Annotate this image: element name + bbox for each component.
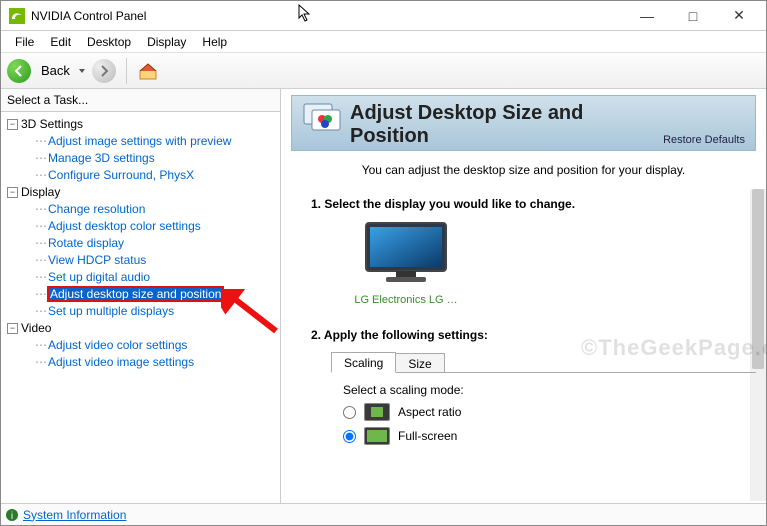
task-sidebar: Select a Task... −3D Settings ⋯Adjust im… <box>1 89 281 505</box>
radio-fullscreen-input[interactable] <box>343 430 356 443</box>
back-label: Back <box>41 63 70 78</box>
aspect-ratio-icon <box>364 403 390 421</box>
tree-item-hdcp[interactable]: ⋯View HDCP status <box>7 252 278 269</box>
menu-desktop[interactable]: Desktop <box>79 33 139 51</box>
scroll-thumb[interactable] <box>752 189 764 369</box>
content-pane: Adjust Desktop Size and Position Restore… <box>281 89 766 505</box>
page-header: Adjust Desktop Size and Position Restore… <box>291 95 756 151</box>
scaling-mode-label: Select a scaling mode: <box>343 383 756 397</box>
tree-item-image-settings[interactable]: ⋯Adjust image settings with preview <box>7 133 278 150</box>
home-icon[interactable] <box>137 60 159 82</box>
collapse-icon[interactable]: − <box>7 187 18 198</box>
system-information-link[interactable]: System Information <box>23 508 126 522</box>
settings-tabs: Scaling Size <box>331 352 756 373</box>
toolbar-separator <box>126 58 127 84</box>
info-icon: i <box>5 508 19 522</box>
arrow-left-icon <box>13 65 25 77</box>
svg-text:i: i <box>11 511 13 522</box>
restore-defaults-link[interactable]: Restore Defaults <box>663 134 745 148</box>
page-title: Adjust Desktop Size and Position <box>350 102 655 148</box>
tree-item-rotate[interactable]: ⋯Rotate display <box>7 235 278 252</box>
radio-full-screen[interactable]: Full-screen <box>343 427 756 445</box>
nvidia-logo-icon <box>9 8 25 24</box>
radio-aspect-label: Aspect ratio <box>398 405 461 419</box>
tree-cat-video[interactable]: −Video ⋯Adjust video color settings ⋯Adj… <box>3 320 278 371</box>
radio-fullscreen-label: Full-screen <box>398 429 457 443</box>
mouse-cursor-icon <box>298 4 312 22</box>
step2-heading: 2. Apply the following settings: <box>311 328 756 342</box>
tree-item-change-resolution[interactable]: ⋯Change resolution <box>7 201 278 218</box>
toolbar: Back <box>1 53 766 89</box>
close-button[interactable]: ✕ <box>716 1 762 31</box>
monitor-icon <box>360 219 452 287</box>
menubar: File Edit Desktop Display Help <box>1 31 766 53</box>
tree-cat-3d[interactable]: −3D Settings ⋯Adjust image settings with… <box>3 116 278 184</box>
tree-item-size-position[interactable]: ⋯Adjust desktop size and position <box>7 286 278 303</box>
tree-item-manage-3d[interactable]: ⋯Manage 3D settings <box>7 150 278 167</box>
menu-display[interactable]: Display <box>139 33 194 51</box>
scrollbar[interactable] <box>750 189 766 501</box>
tab-size[interactable]: Size <box>396 353 444 373</box>
statusbar: i System Information <box>1 503 766 525</box>
tree-item-digital-audio[interactable]: ⋯Set up digital audio <box>7 269 278 286</box>
page-description: You can adjust the desktop size and posi… <box>291 151 756 191</box>
menu-edit[interactable]: Edit <box>42 33 79 51</box>
collapse-icon[interactable]: − <box>7 323 18 334</box>
arrow-right-icon <box>98 65 110 77</box>
maximize-button[interactable]: □ <box>670 1 716 31</box>
menu-help[interactable]: Help <box>194 33 235 51</box>
tree-cat-display[interactable]: −Display ⋯Change resolution ⋯Adjust desk… <box>3 184 278 320</box>
full-screen-icon <box>364 427 390 445</box>
window-title: NVIDIA Control Panel <box>31 9 624 23</box>
titlebar: NVIDIA Control Panel ― □ ✕ <box>1 1 766 31</box>
minimize-button[interactable]: ― <box>624 1 670 31</box>
radio-aspect-input[interactable] <box>343 406 356 419</box>
tree-item-video-color[interactable]: ⋯Adjust video color settings <box>7 337 278 354</box>
forward-button[interactable] <box>92 59 116 83</box>
step1-heading: 1. Select the display you would like to … <box>311 197 756 211</box>
tree-item-surround[interactable]: ⋯Configure Surround, PhysX <box>7 167 278 184</box>
collapse-icon[interactable]: − <box>7 119 18 130</box>
task-header: Select a Task... <box>1 89 280 112</box>
window-controls: ― □ ✕ <box>624 1 762 31</box>
tree-item-multiple-displays[interactable]: ⋯Set up multiple displays <box>7 303 278 320</box>
radio-aspect-ratio[interactable]: Aspect ratio <box>343 403 756 421</box>
display-thumbnail[interactable]: LG Electronics LG … <box>351 219 461 306</box>
task-tree: −3D Settings ⋯Adjust image settings with… <box>1 112 280 505</box>
back-button[interactable] <box>7 59 31 83</box>
back-dropdown-icon[interactable] <box>78 67 86 75</box>
menu-file[interactable]: File <box>7 33 42 51</box>
tree-item-color-settings[interactable]: ⋯Adjust desktop color settings <box>7 218 278 235</box>
tree-item-video-image[interactable]: ⋯Adjust video image settings <box>7 354 278 371</box>
display-name-label: LG Electronics LG … <box>351 294 461 306</box>
scaling-panel: Select a scaling mode: Aspect ratio Full… <box>331 372 756 445</box>
tab-scaling[interactable]: Scaling <box>331 352 396 373</box>
display-settings-icon <box>302 102 342 140</box>
